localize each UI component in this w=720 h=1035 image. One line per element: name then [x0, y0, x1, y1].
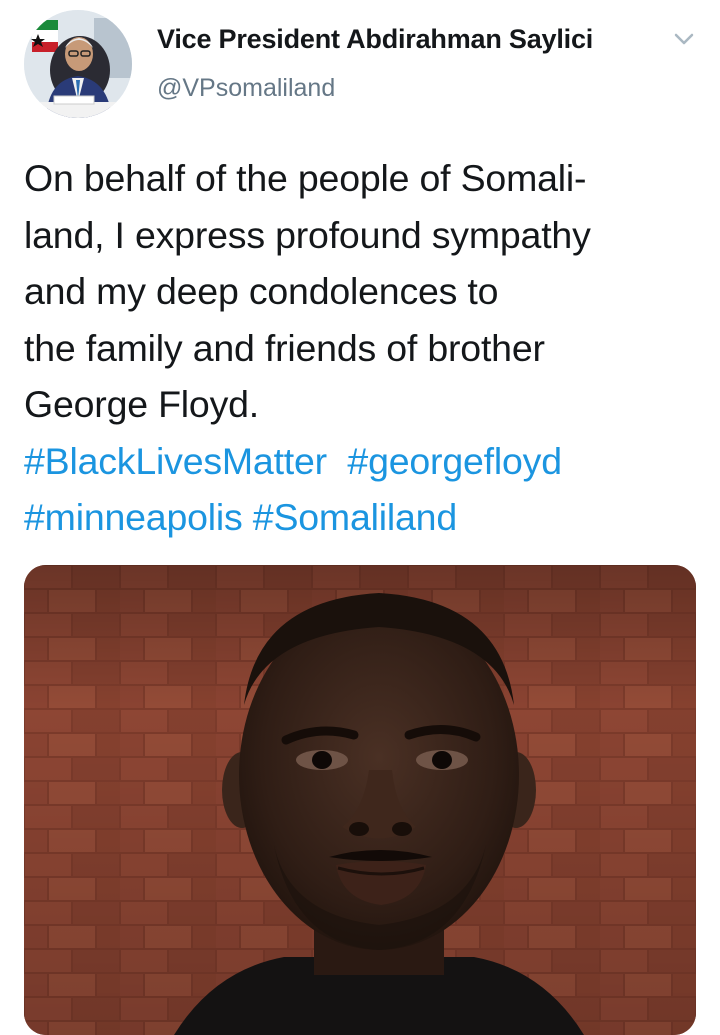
tweet-card: Vice President Abdirahman Saylici @VPsom… [0, 0, 720, 1035]
tweet-text-line: land, I express profound sympathy [24, 213, 591, 256]
chevron-down-icon[interactable] [670, 28, 698, 50]
tweet-text-line: the family and friends of brother [24, 326, 545, 369]
tweet-media-photo[interactable] [24, 565, 696, 1035]
hashtag-link[interactable]: #georgefloyd [347, 440, 562, 482]
tweet-text-line: George Floyd. [24, 383, 260, 425]
author-display-name[interactable]: Vice President Abdirahman Saylici [157, 24, 593, 55]
avatar[interactable] [24, 10, 132, 118]
avatar-photo [24, 10, 132, 118]
tweet-text-line: On behalf of the people of Somali- [24, 157, 587, 199]
tweet-text: On behalf of the people of Somali- land,… [24, 150, 704, 546]
author-handle[interactable]: @VPsomaliland [157, 74, 335, 103]
tweet-text-line: and my deep condolences to [24, 270, 499, 312]
photo-image [24, 565, 696, 1035]
hashtag-link[interactable]: #minneapolis [24, 496, 243, 538]
hashtag-link[interactable]: #BlackLivesMatter [24, 440, 327, 482]
hashtag-row: #minneapolis #Somaliland [24, 489, 704, 546]
hashtag-row: #BlackLivesMatter #georgefloyd [24, 433, 704, 490]
hashtag-link[interactable]: #Somaliland [253, 496, 457, 538]
